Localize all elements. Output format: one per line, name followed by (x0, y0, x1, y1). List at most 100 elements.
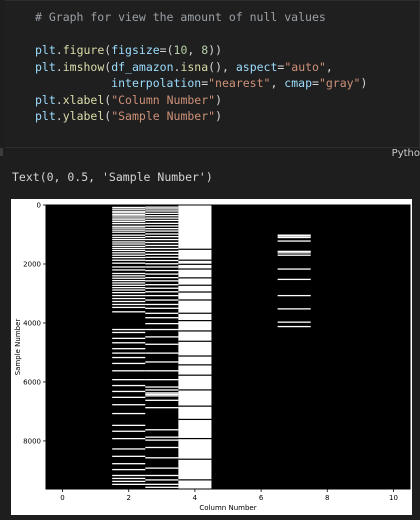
heatmap-null-line (112, 483, 146, 485)
code-token: , (325, 59, 333, 74)
heatmap-null-line (112, 286, 146, 289)
code-token: , (270, 76, 285, 90)
code-token: ylabel (62, 109, 105, 123)
code-line[interactable] (35, 26, 367, 43)
code-cell[interactable]: # Graph for view the amount of null valu… (5, 0, 420, 148)
heatmap-null-line (112, 292, 146, 294)
heatmap-null-line (145, 312, 179, 314)
heatmap-null-line (112, 284, 146, 286)
heatmap-null-line (112, 223, 146, 225)
heatmap-null-line (145, 307, 179, 309)
heatmap-null-line (112, 396, 146, 398)
heatmap-null-line (145, 299, 179, 301)
code-token: 10 (173, 43, 188, 57)
heatmap-null-line (145, 322, 179, 325)
code-line[interactable]: plt.imshow(df_amazon.isna(), aspect="aut… (35, 59, 367, 76)
heatmap-null-line (112, 480, 146, 483)
heatmap-column-null (178, 205, 212, 489)
heatmap-null-line (145, 225, 179, 227)
heatmap-null-line (112, 238, 146, 241)
heatmap-null-line (112, 266, 146, 268)
heatmap-null-line (112, 256, 146, 259)
heatmap-null-line (145, 328, 179, 331)
heatmap-null-line (112, 259, 146, 261)
heatmap-null-line (112, 362, 146, 365)
heatmap-null-line (145, 389, 179, 391)
heatmap-null-line (112, 282, 146, 284)
heatmap-null-line (112, 306, 146, 309)
heatmap-null-line (112, 337, 146, 340)
figure-output: 0 2 4 6 8 10 0 2000 4000 6000 8000 Column Number Sam… (11, 199, 412, 515)
code-line[interactable]: plt.xlabel("Column Number") (35, 92, 367, 109)
heatmap-null-line (145, 370, 179, 372)
heatmap-null-line (145, 399, 179, 401)
heatmap-null-line (145, 479, 179, 481)
code-token: plt (35, 109, 56, 123)
heatmap-gap-line (178, 248, 212, 250)
heatmap-null-line (145, 208, 179, 210)
heatmap-null-line (145, 241, 179, 244)
code-token: "Sample Number" (111, 109, 216, 123)
heatmap-gap-line (178, 284, 212, 286)
heatmap-null-line (145, 222, 179, 225)
x-tick-label: 0 (60, 494, 64, 502)
heatmap-gap-line (178, 268, 212, 270)
code-token: . (55, 59, 63, 74)
code-token: isna (180, 59, 209, 74)
heatmap-null-line (145, 215, 179, 217)
heatmap-null-line (145, 457, 179, 459)
code-editor[interactable]: # Graph for view the amount of null valu… (35, 9, 367, 125)
cell-output-text: Text(0, 0.5, 'Sample Number') (12, 170, 213, 184)
heatmap-null-line (112, 424, 146, 427)
heatmap-null-line (145, 233, 179, 235)
heatmap-null-line (145, 276, 179, 279)
heatmap-gap-line (178, 458, 212, 460)
heatmap-gap-line (178, 259, 212, 261)
code-line[interactable]: # Graph for view the amount of null valu… (35, 9, 367, 26)
code-token: ) (215, 109, 222, 123)
heatmap-null-line (145, 217, 179, 219)
code-line[interactable]: plt.ylabel("Sample Number") (35, 108, 367, 125)
heatmap-null-line (112, 384, 146, 387)
y-tick-label: 8000 (23, 437, 41, 445)
heatmap-null-line (145, 287, 179, 289)
heatmap-null-line (112, 348, 146, 350)
code-line[interactable]: interpolation="nearest", cmap="gray") (35, 75, 367, 92)
heatmap-null-line (112, 229, 146, 231)
heatmap-null-line (145, 256, 179, 258)
heatmap-null-line (112, 236, 146, 239)
heatmap-null-line (112, 208, 146, 210)
heatmap-null-line (112, 331, 146, 334)
heatmap-gap-line (178, 263, 212, 265)
x-tick-label: 2 (126, 494, 130, 502)
y-tick-label: 6000 (23, 378, 41, 386)
heatmap-null-line (112, 311, 146, 313)
heatmap-null-line (112, 300, 146, 303)
code-token: . (55, 43, 63, 57)
heatmap-null-line (112, 275, 146, 277)
y-tick-label: 2000 (23, 260, 41, 268)
code-token: df_amazon (111, 59, 174, 74)
heatmap-null-line (145, 439, 179, 441)
heatmap-gap-line (178, 418, 212, 421)
heatmap-null-line (145, 386, 179, 388)
x-tick-label: 10 (389, 494, 398, 502)
code-line[interactable]: plt.figure(figsize=(10, 8)) (35, 42, 367, 59)
heatmap-gap-line (178, 340, 212, 342)
code-token: imshow (62, 59, 105, 74)
x-axis-label: Column Number (199, 504, 256, 512)
heatmap-null-line (112, 220, 146, 223)
heatmap-null-line (112, 303, 146, 306)
heatmap-null-line (112, 269, 146, 271)
code-token: "auto" (284, 59, 326, 74)
heatmap-gap-line (178, 374, 212, 376)
heatmap-null-line (145, 228, 179, 230)
heatmap-null-line (145, 392, 179, 394)
heatmap-null-line (145, 259, 179, 262)
heatmap-null-line (277, 236, 311, 239)
code-token: . (55, 109, 63, 123)
heatmap-gap-line (178, 277, 212, 279)
heatmap-null-line (145, 429, 179, 431)
cell-language-label[interactable]: Pytho (392, 148, 420, 159)
